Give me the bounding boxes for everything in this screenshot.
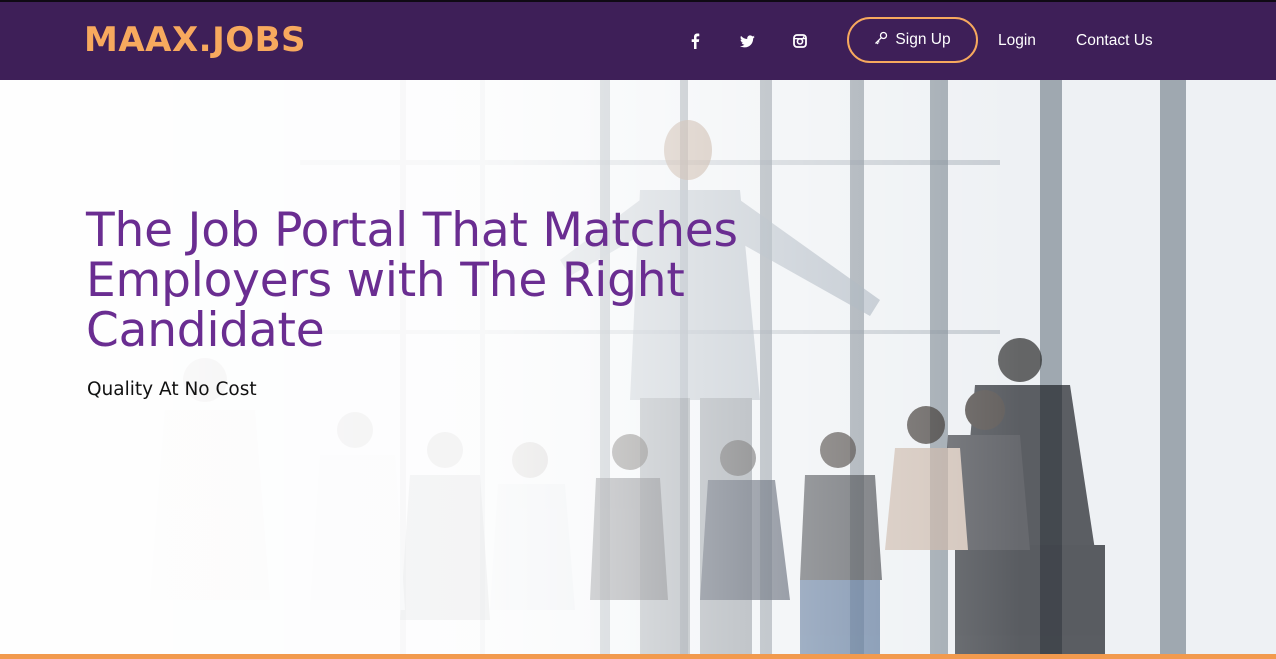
hero-banner: The Job Portal That Matches Employers wi… [0,80,1276,654]
facebook-icon[interactable] [684,30,706,52]
login-link[interactable]: Login [998,31,1036,51]
hero-tagline: Quality At No Cost [87,379,257,400]
twitter-icon[interactable] [736,30,758,52]
signup-label: Sign Up [895,31,951,48]
signup-button[interactable]: Sign Up [847,17,978,63]
hero-overlay [0,80,1276,654]
key-icon [874,31,888,50]
bottom-accent-bar [0,654,1276,659]
top-navbar: MAAX.JOBS Sign Up Login Contact Us [0,2,1276,80]
contact-us-link[interactable]: Contact Us [1076,31,1153,51]
hero-headline: The Job Portal That Matches Employers wi… [86,203,738,358]
instagram-icon[interactable] [789,30,811,52]
site-logo[interactable]: MAAX.JOBS [84,20,306,60]
